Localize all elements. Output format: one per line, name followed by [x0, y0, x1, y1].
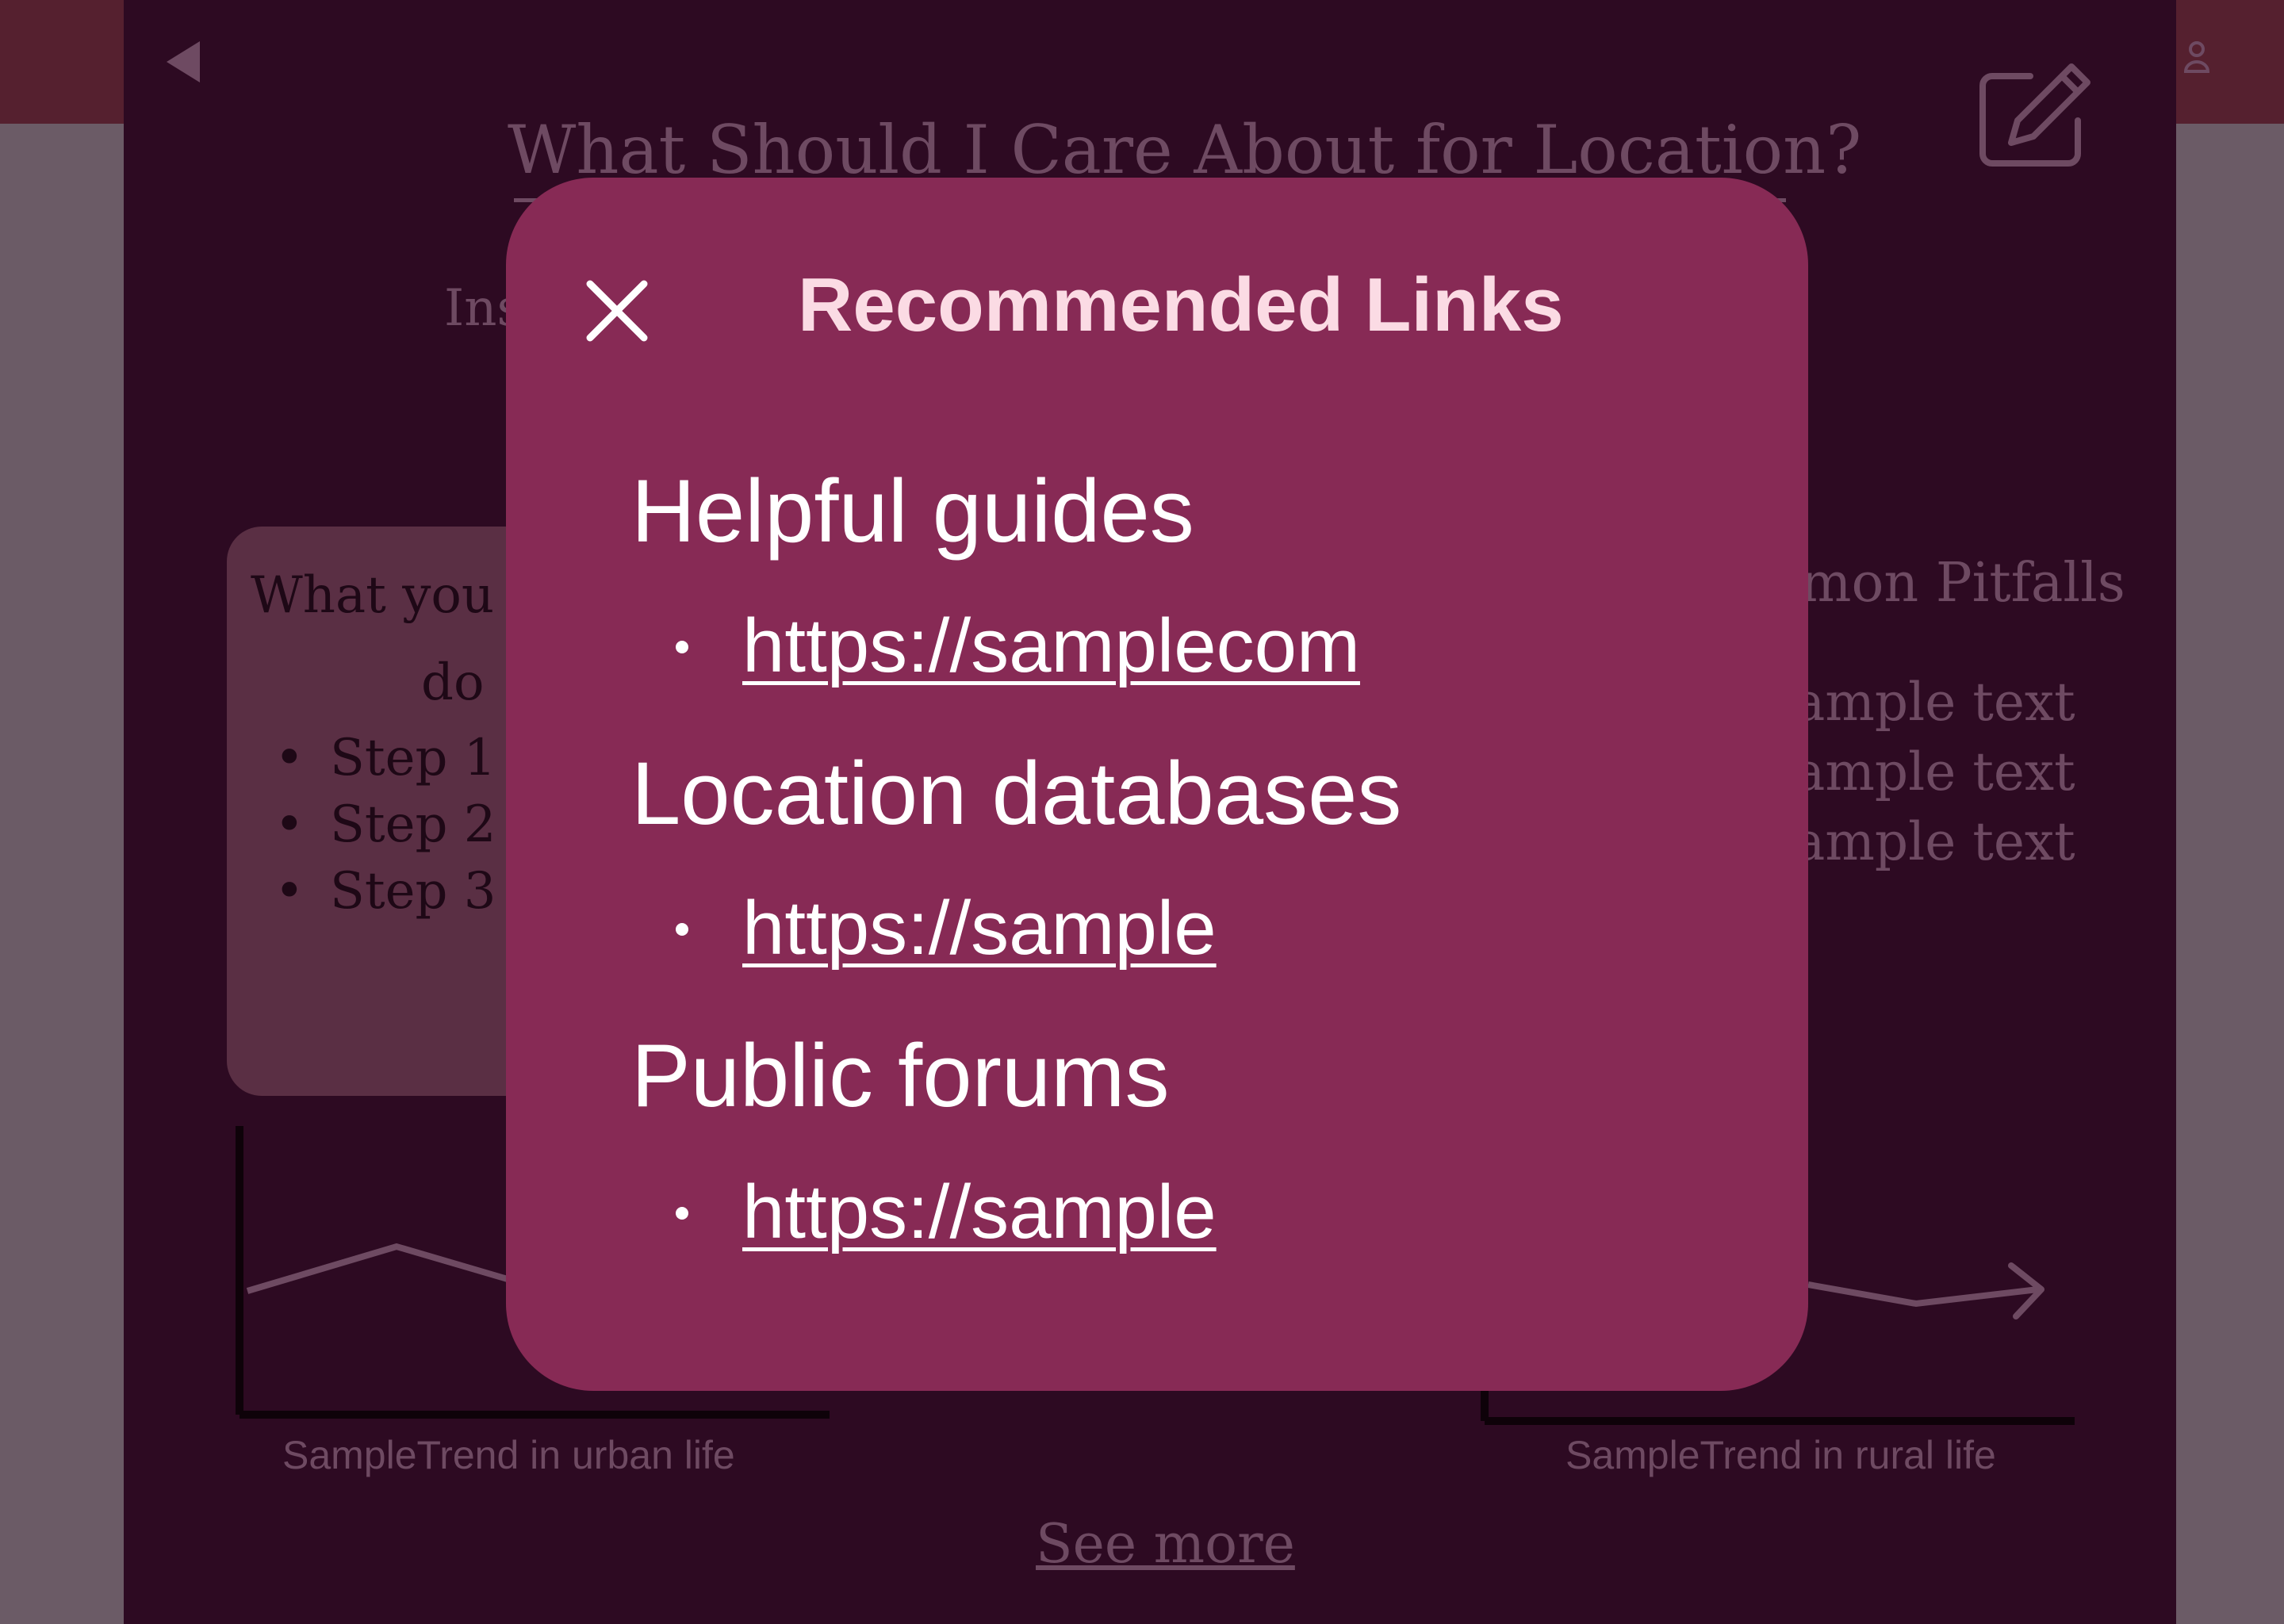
link-databases[interactable]: https://sample — [742, 885, 1217, 972]
section-heading-forums: Public forums — [631, 1026, 1170, 1125]
pitfalls-title: mon Pitfalls — [1800, 552, 2125, 615]
bullet — [676, 923, 688, 936]
back-arrow-icon[interactable] — [162, 38, 209, 86]
close-icon[interactable] — [579, 273, 655, 349]
rural-chart-caption: SampleTrend in rural life — [1565, 1433, 1996, 1477]
steps-list: Step 1 Step 2 Step 3 — [274, 725, 496, 925]
side-panel-left — [0, 124, 124, 1624]
list-item: Step 1 — [274, 725, 496, 791]
list-item: ample text — [1794, 741, 2075, 802]
person-icon[interactable] — [2182, 38, 2211, 76]
section-heading-databases: Location databases — [631, 744, 1402, 843]
recommended-links-modal: Recommended Links Helpful guides https:/… — [506, 178, 1808, 1391]
card-heading: What you s — [251, 566, 537, 625]
edit-icon[interactable] — [1975, 60, 2094, 179]
section-heading-guides: Helpful guides — [631, 462, 1194, 561]
top-bar-left — [0, 0, 124, 124]
link-forums[interactable]: https://sample — [742, 1169, 1217, 1256]
card-heading-line2: do — [421, 653, 485, 712]
link-guides[interactable]: https://samplecom — [742, 603, 1360, 690]
pitfalls-list: ample text ample text ample text — [1794, 668, 2075, 877]
list-item: Step 2 — [274, 791, 496, 858]
bullet — [676, 1207, 688, 1220]
bullet — [676, 641, 688, 653]
see-more-link[interactable]: See more — [1036, 1513, 1295, 1576]
list-item: Step 3 — [274, 858, 496, 925]
list-item: ample text — [1794, 672, 2075, 733]
side-panel-right — [2176, 124, 2284, 1624]
list-item: ample text — [1794, 811, 2075, 872]
urban-chart-caption: SampleTrend in urban life — [282, 1433, 735, 1477]
modal-title: Recommended Links — [798, 262, 1564, 347]
